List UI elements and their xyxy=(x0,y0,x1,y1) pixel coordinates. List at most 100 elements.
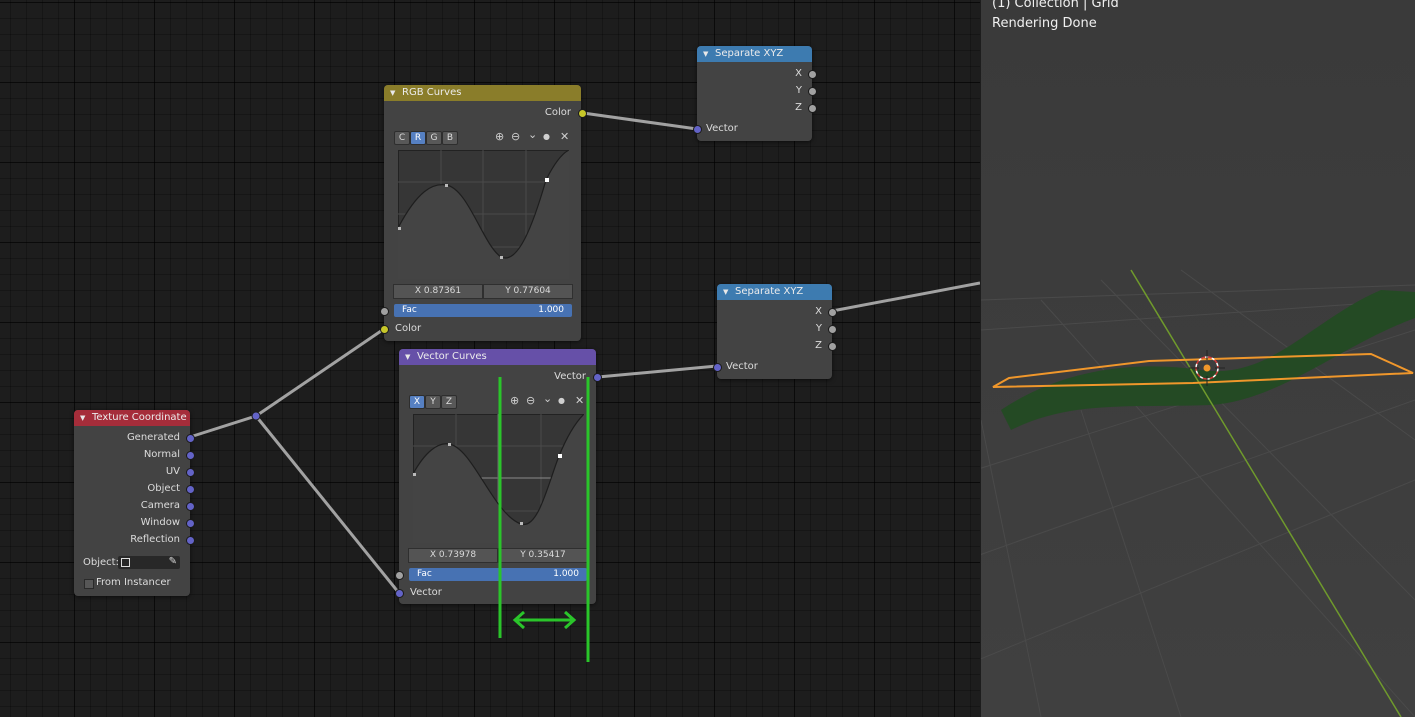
output-label-object: Object xyxy=(147,483,180,494)
socket-uv[interactable] xyxy=(186,468,195,477)
zoom-in-icon[interactable]: ⊕ xyxy=(495,131,504,143)
viewport-render-status: Rendering Done xyxy=(992,16,1097,31)
link-reroute-rgb-color xyxy=(255,327,385,418)
curve-point-selected[interactable] xyxy=(558,454,562,458)
output-label-x: X xyxy=(795,68,802,79)
collapse-icon[interactable]: ▼ xyxy=(80,410,85,426)
channel-button-x[interactable]: X xyxy=(409,395,425,409)
rgb-curves-node[interactable]: ▼ RGB Curves Color C R G B ⊕ ⊖ ⌄ ● ✕ X 0… xyxy=(380,85,587,341)
zoom-out-icon[interactable]: ⊖ xyxy=(526,395,535,407)
vector-curves-header[interactable]: ▼ Vector Curves xyxy=(399,349,596,365)
channel-button-g[interactable]: G xyxy=(426,131,442,145)
socket-color-in[interactable] xyxy=(380,325,389,334)
socket-window[interactable] xyxy=(186,519,195,528)
channel-button-b[interactable]: B xyxy=(442,131,458,145)
curve-point[interactable] xyxy=(448,443,451,446)
fac-slider[interactable]: Fac 1.000 xyxy=(409,568,587,581)
socket-x-out[interactable] xyxy=(808,70,817,79)
3d-viewport[interactable]: (1) Collection | Grid Rendering Done xyxy=(981,0,1415,717)
rgb-curve-widget[interactable] xyxy=(398,150,569,279)
coord-y-field[interactable]: Y 0.35417 xyxy=(498,548,588,563)
coord-x-field[interactable]: X 0.73978 xyxy=(408,548,498,563)
curve-point[interactable] xyxy=(398,227,401,230)
socket-vector-in[interactable] xyxy=(713,363,722,372)
texture-coordinate-node[interactable]: ▼ Texture Coordinate Generated Normal UV… xyxy=(74,410,195,596)
collapse-icon[interactable]: ▼ xyxy=(405,349,410,365)
separate-xyz-node-top[interactable]: ▼ Separate XYZ X Y Z Vector xyxy=(693,46,817,141)
socket-x-out[interactable] xyxy=(828,308,837,317)
socket-y-out[interactable] xyxy=(808,87,817,96)
socket-y-out[interactable] xyxy=(828,325,837,334)
channel-button-c[interactable]: C xyxy=(394,131,410,145)
collapse-icon[interactable]: ▼ xyxy=(390,85,395,101)
curve-point[interactable] xyxy=(500,256,503,259)
curve-point[interactable] xyxy=(520,522,523,525)
zoom-out-icon[interactable]: ⊖ xyxy=(511,131,520,143)
eyedropper-icon[interactable]: ✎ xyxy=(169,556,177,567)
object-field-label: Object: xyxy=(83,557,119,568)
coord-y-field[interactable]: Y 0.77604 xyxy=(483,284,573,299)
input-label-color: Color xyxy=(395,323,422,334)
close-icon[interactable]: ✕ xyxy=(575,395,584,407)
node-title: Separate XYZ xyxy=(715,48,784,59)
socket-camera[interactable] xyxy=(186,502,195,511)
socket-reflection[interactable] xyxy=(186,536,195,545)
input-label-vector: Vector xyxy=(726,361,758,372)
socket-object[interactable] xyxy=(186,485,195,494)
link-rgb-separate-top xyxy=(582,111,698,131)
fac-label: Fac xyxy=(417,569,432,579)
separate-xyz-node-mid[interactable]: ▼ Separate XYZ X Y Z Vector xyxy=(713,284,837,379)
output-label-z: Z xyxy=(815,340,822,351)
socket-z-out[interactable] xyxy=(808,104,817,113)
output-label-normal: Normal xyxy=(143,449,180,460)
object-field[interactable]: ✎ xyxy=(118,556,180,569)
input-label-vector: Vector xyxy=(706,123,738,134)
from-instancer-checkbox[interactable] xyxy=(84,579,94,589)
socket-z-out[interactable] xyxy=(828,342,837,351)
socket-vector-out[interactable] xyxy=(593,373,602,382)
separate-xyz-header[interactable]: ▼ Separate XYZ xyxy=(697,46,812,62)
reroute-node[interactable] xyxy=(251,411,261,421)
socket-fac-in[interactable] xyxy=(380,307,389,316)
separate-xyz-header[interactable]: ▼ Separate XYZ xyxy=(717,284,832,300)
socket-generated[interactable] xyxy=(186,434,195,443)
output-label-z: Z xyxy=(795,102,802,113)
socket-color-out[interactable] xyxy=(578,109,587,118)
collapse-icon[interactable]: ▼ xyxy=(723,284,728,300)
coord-x-field[interactable]: X 0.87361 xyxy=(393,284,483,299)
vector-curves-node[interactable]: ▼ Vector Curves Vector X Y Z ⊕ ⊖ ⌄ ● ✕ X… xyxy=(395,349,602,604)
fac-label: Fac xyxy=(402,305,417,315)
fac-slider[interactable]: Fac 1.000 xyxy=(394,304,572,317)
output-label-reflection: Reflection xyxy=(130,534,180,545)
channel-button-z[interactable]: Z xyxy=(441,395,457,409)
node-editor[interactable]: ▼ Texture Coordinate Generated Normal UV… xyxy=(0,0,980,717)
curve-point[interactable] xyxy=(413,473,416,476)
output-label-y: Y xyxy=(815,323,822,334)
output-label-window: Window xyxy=(140,517,180,528)
chevron-down-icon[interactable]: ⌄ xyxy=(528,129,537,141)
socket-vector-in[interactable] xyxy=(693,125,702,134)
output-label-uv: UV xyxy=(165,466,180,477)
clipping-dot-icon[interactable]: ● xyxy=(558,395,565,407)
chevron-down-icon[interactable]: ⌄ xyxy=(543,393,552,405)
texture-coordinate-header[interactable]: ▼ Texture Coordinate xyxy=(74,410,190,426)
channel-button-y[interactable]: Y xyxy=(425,395,441,409)
curve-point[interactable] xyxy=(445,184,448,187)
rgb-curves-header[interactable]: ▼ RGB Curves xyxy=(384,85,581,101)
object-origin-icon xyxy=(1203,364,1211,372)
socket-vector-in[interactable] xyxy=(395,589,404,598)
channel-button-r[interactable]: R xyxy=(410,131,426,145)
output-label-y: Y xyxy=(795,85,802,96)
clipping-dot-icon[interactable]: ● xyxy=(543,131,550,143)
socket-normal[interactable] xyxy=(186,451,195,460)
curve-point-selected[interactable] xyxy=(545,178,549,182)
node-title: Texture Coordinate xyxy=(92,412,187,423)
collapse-icon[interactable]: ▼ xyxy=(703,46,708,62)
close-icon[interactable]: ✕ xyxy=(560,131,569,143)
output-label-vector: Vector xyxy=(554,371,586,382)
vector-curve-widget[interactable] xyxy=(413,414,584,543)
zoom-in-icon[interactable]: ⊕ xyxy=(510,395,519,407)
link-separate-mid-offscreen xyxy=(831,281,980,313)
socket-fac-in[interactable] xyxy=(395,571,404,580)
viewport-object-info: (1) Collection | Grid xyxy=(992,0,1119,11)
